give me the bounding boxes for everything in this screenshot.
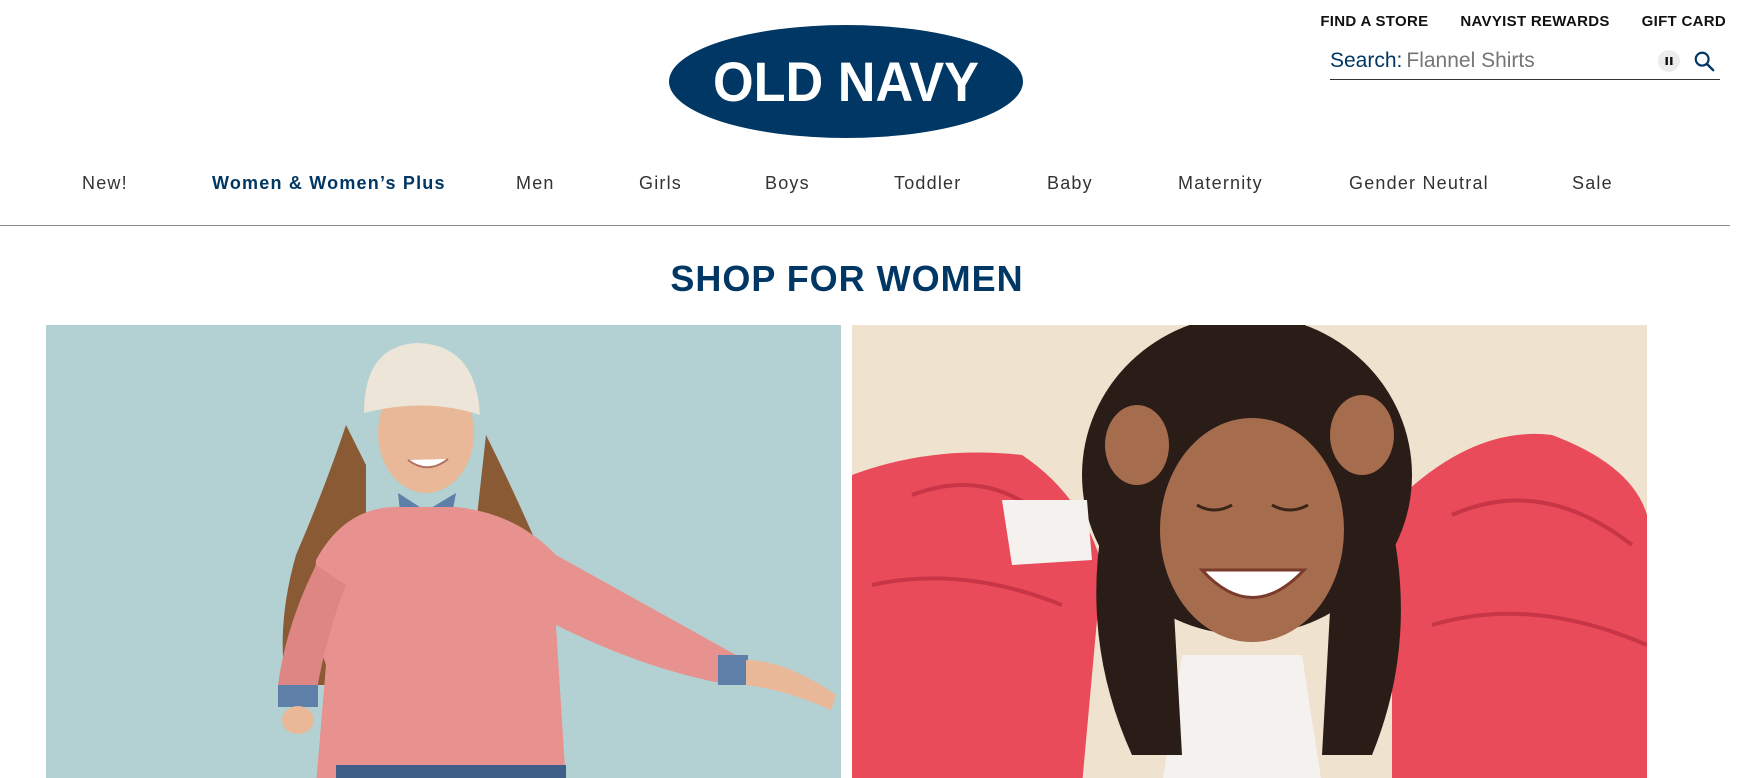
navyist-rewards-link[interactable]: NAVYIST REWARDS bbox=[1460, 13, 1609, 30]
utility-links: FIND A STORE NAVYIST REWARDS GIFT CARD bbox=[1320, 13, 1726, 30]
nav-divider bbox=[0, 225, 1730, 226]
nav-item-men[interactable]: Men bbox=[516, 173, 555, 194]
pause-icon[interactable] bbox=[1658, 49, 1680, 72]
search-input[interactable] bbox=[1402, 48, 1658, 73]
gift-card-link[interactable]: GIFT CARD bbox=[1642, 13, 1726, 30]
section-title: SHOP FOR WOMEN bbox=[670, 258, 1024, 299]
promo-tile-pink-sweater[interactable] bbox=[46, 325, 841, 778]
main-nav: New! Women & Women’s Plus Men Girls Boys… bbox=[0, 173, 1748, 195]
nav-item-sale[interactable]: Sale bbox=[1572, 173, 1613, 194]
promo-image-pink-sweater bbox=[46, 325, 841, 778]
logo-text: OLD NAVY bbox=[713, 50, 979, 113]
old-navy-logo[interactable]: OLD NAVY bbox=[668, 24, 1024, 139]
nav-item-gender-neutral[interactable]: Gender Neutral bbox=[1349, 173, 1489, 194]
search-label: Search: bbox=[1330, 48, 1403, 72]
nav-item-girls[interactable]: Girls bbox=[639, 173, 682, 194]
nav-item-boys[interactable]: Boys bbox=[765, 173, 810, 194]
nav-item-toddler[interactable]: Toddler bbox=[894, 173, 961, 194]
nav-item-new[interactable]: New! bbox=[82, 173, 128, 194]
find-a-store-link[interactable]: FIND A STORE bbox=[1320, 13, 1428, 30]
promo-tile-red-puffer[interactable] bbox=[852, 325, 1647, 778]
nav-item-women[interactable]: Women & Women’s Plus bbox=[212, 173, 446, 194]
search-icon[interactable] bbox=[1692, 49, 1716, 73]
search-bar: Search: bbox=[1330, 42, 1720, 80]
nav-item-maternity[interactable]: Maternity bbox=[1178, 173, 1263, 194]
nav-item-baby[interactable]: Baby bbox=[1047, 173, 1093, 194]
promo-image-red-puffer bbox=[852, 325, 1647, 778]
